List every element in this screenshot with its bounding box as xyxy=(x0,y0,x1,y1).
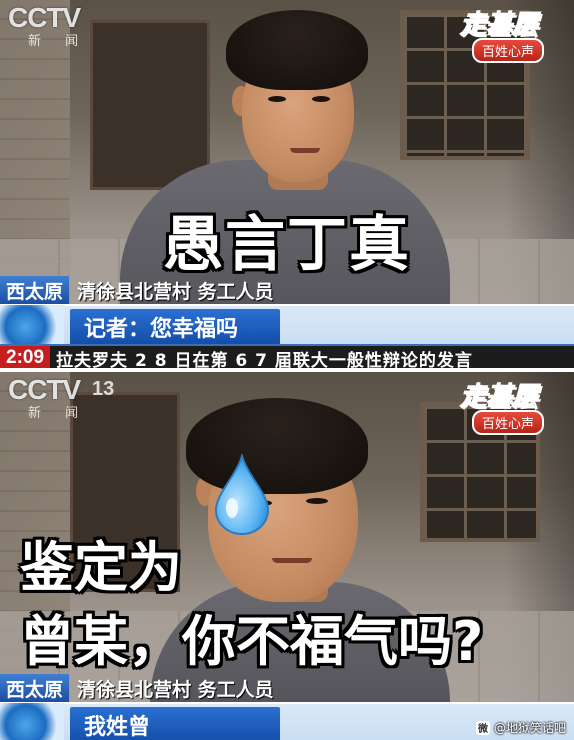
meme-caption-top: 愚言丁真 xyxy=(163,210,411,280)
location-tag: 西太原 xyxy=(0,674,70,702)
quote-text: 我姓曾 xyxy=(70,707,280,740)
globe-emblem-icon xyxy=(0,305,64,349)
sweat-drop-icon xyxy=(214,454,270,535)
news-ticker: 2:09 拉夫罗夫 2 8 日在第 6 7 届联大一般性辩论的发言 xyxy=(0,344,574,368)
door xyxy=(90,20,210,190)
program-logo: 走基层 百姓心声 xyxy=(424,4,544,63)
quote-text: 记者：您幸福吗 xyxy=(70,309,280,345)
weibo-icon: 微 xyxy=(475,720,490,735)
cctv-logo-subtitle: 新 闻 xyxy=(28,34,89,49)
ticker-text: 拉夫罗夫 2 8 日在第 6 7 届联大一般性辩论的发言 xyxy=(56,350,473,369)
location-tag: 西太原 xyxy=(0,276,70,304)
program-title: 走基层 xyxy=(459,382,538,413)
channel-number: 13 xyxy=(92,378,115,400)
meme-caption-bottom-line1: 鉴定为 xyxy=(20,536,182,599)
program-tag: 百姓心声 xyxy=(471,38,544,63)
meme-caption-bottom-line2: 曾某，你不福气吗? xyxy=(20,610,484,673)
ticker-time: 2:09 xyxy=(0,346,51,368)
program-title: 走基层 xyxy=(459,10,538,41)
location-bar: 西太原 清徐县北营村 务工人员 xyxy=(0,276,574,304)
cctv-logo-subtitle: 新 闻 xyxy=(28,406,89,421)
globe-emblem-icon xyxy=(0,703,64,740)
location-bar: 西太原 清徐县北营村 务工人员 xyxy=(0,674,574,702)
location-text: 清徐县北营村 务工人员 xyxy=(77,678,274,701)
watermark: 微 @地狱笑话吧 xyxy=(475,719,566,736)
quote-bar: 记者：您幸福吗 xyxy=(0,304,574,349)
program-logo: 走基层 百姓心声 xyxy=(424,376,544,435)
program-tag: 百姓心声 xyxy=(471,410,544,435)
watermark-text: @地狱笑话吧 xyxy=(493,721,566,735)
location-text: 清徐县北营村 务工人员 xyxy=(77,280,274,303)
top-panel: CCTV 新 闻 走基层 百姓心声 愚言丁真 西太原 清徐县北营村 务工人员 记… xyxy=(0,0,574,368)
